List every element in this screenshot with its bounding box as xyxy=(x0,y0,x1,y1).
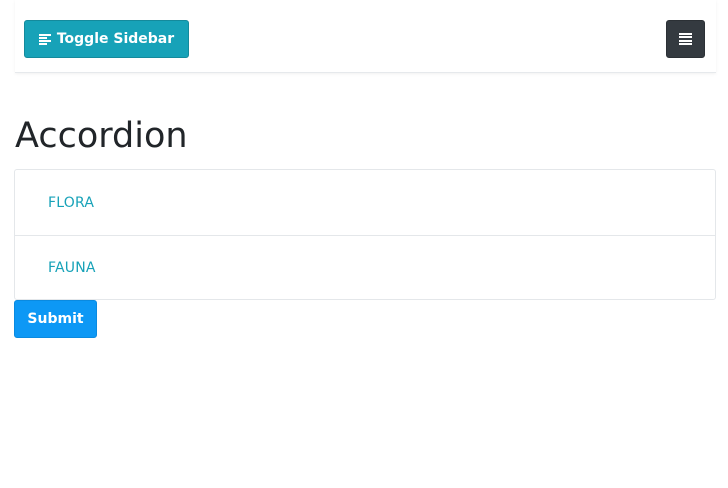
align-left-icon xyxy=(38,33,51,45)
page-title: Accordion xyxy=(15,116,188,156)
accordion-item-fauna[interactable]: FAUNA xyxy=(15,235,715,300)
accordion: FLORA FAUNA xyxy=(14,169,716,300)
bars-icon xyxy=(679,33,692,45)
accordion-item-label: FLORA xyxy=(48,194,95,211)
accordion-item-flora[interactable]: FLORA xyxy=(15,170,715,235)
top-navbar: Toggle Sidebar xyxy=(15,0,716,73)
navbar-menu-button[interactable] xyxy=(666,20,705,58)
toggle-sidebar-label: Toggle Sidebar xyxy=(56,31,175,47)
submit-button[interactable]: Submit xyxy=(14,300,97,338)
accordion-item-label: FAUNA xyxy=(48,260,96,276)
toggle-sidebar-button[interactable]: Toggle Sidebar xyxy=(24,20,189,58)
